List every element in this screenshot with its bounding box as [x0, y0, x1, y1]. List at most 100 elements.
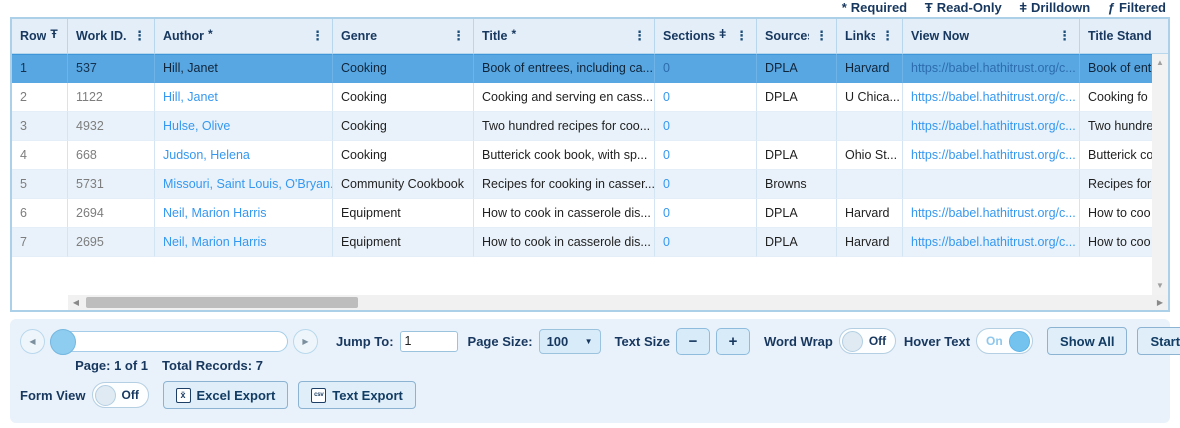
scroll-right-icon[interactable]: ▶: [1152, 295, 1168, 310]
cell-links: Harvard: [837, 199, 903, 228]
cell-sections[interactable]: 0: [655, 54, 757, 83]
table-row[interactable]: 72695Neil, Marion HarrisEquipmentHow to …: [12, 228, 1168, 257]
grid-body: 1537Hill, JanetCookingBook of entrees, i…: [12, 54, 1168, 257]
text-export-button[interactable]: csv Text Export: [298, 381, 416, 409]
column-label: Row: [20, 29, 46, 43]
symbol-legend: *Required ŦRead-Only ǂDrilldown ƒFiltere…: [0, 0, 1180, 16]
text-size-increase-button[interactable]: +: [716, 328, 750, 355]
cell-author[interactable]: Neil, Marion Harris: [155, 199, 333, 228]
excel-export-button[interactable]: x̄ Excel Export: [163, 381, 289, 409]
column-header-row[interactable]: RowŦ: [12, 19, 68, 53]
start-editing-button[interactable]: Start Editing: [1137, 327, 1180, 355]
cell-genre: Equipment: [333, 228, 474, 257]
hover-text-label: Hover Text: [904, 334, 970, 349]
column-label: Sources: [765, 29, 809, 43]
column-menu-icon[interactable]: ⋮: [627, 28, 646, 44]
column-menu-icon[interactable]: ⋮: [446, 28, 465, 44]
cell-view-now[interactable]: https://babel.hathitrust.org/c...: [903, 54, 1080, 83]
table-row[interactable]: 34932Hulse, OliveCookingTwo hundred reci…: [12, 112, 1168, 141]
cell-title: How to cook in casserole dis...: [474, 228, 655, 257]
page-slider[interactable]: [50, 331, 288, 352]
word-wrap-toggle[interactable]: Off: [839, 328, 896, 354]
excel-file-icon: x̄: [176, 388, 191, 403]
scroll-left-icon[interactable]: ◀: [68, 295, 84, 310]
pager-controls: ◀ ▶: [20, 327, 318, 355]
column-label: Links: [845, 29, 875, 43]
cell-sections[interactable]: 0: [655, 83, 757, 112]
show-all-button[interactable]: Show All: [1047, 327, 1127, 355]
jump-to-input[interactable]: [400, 331, 458, 352]
column-label: Genre: [341, 29, 377, 43]
cell-sections[interactable]: 0: [655, 199, 757, 228]
column-header-sections[interactable]: Sectionsǂ⋮: [655, 19, 757, 53]
column-header-author[interactable]: Author*⋮: [155, 19, 333, 53]
cell-row: 6: [12, 199, 68, 228]
cell-author[interactable]: Missouri, Saint Louis, O'Bryan...: [155, 170, 333, 199]
table-row[interactable]: 62694Neil, Marion HarrisEquipmentHow to …: [12, 199, 1168, 228]
cell-links: Ohio St...: [837, 141, 903, 170]
column-header-genre[interactable]: Genre ⋮: [333, 19, 474, 53]
word-wrap-control: Word Wrap Off: [764, 327, 896, 355]
column-menu-icon[interactable]: ⋮: [729, 28, 748, 44]
column-menu-icon[interactable]: ⋮: [305, 28, 324, 44]
form-view-toggle[interactable]: Off: [92, 382, 149, 408]
column-header-sources[interactable]: Sources⋮: [757, 19, 837, 53]
cell-sources: DPLA: [757, 228, 837, 257]
cell-view-now[interactable]: https://babel.hathitrust.org/c...: [903, 83, 1080, 112]
cell-work-id: 668: [68, 141, 155, 170]
column-menu-icon[interactable]: ⋮: [875, 28, 894, 44]
column-header-title[interactable]: Title*⋮: [474, 19, 655, 53]
text-size-decrease-button[interactable]: −: [676, 328, 710, 355]
column-menu-icon[interactable]: ⋮: [1052, 28, 1071, 44]
cell-sections[interactable]: 0: [655, 170, 757, 199]
page-size-select[interactable]: 100 ▼: [539, 329, 601, 354]
table-row[interactable]: 21122Hill, JanetCookingCooking and servi…: [12, 83, 1168, 112]
scroll-up-icon[interactable]: ▲: [1152, 56, 1168, 70]
cell-work-id: 1122: [68, 83, 155, 112]
cell-sections[interactable]: 0: [655, 112, 757, 141]
column-header-view-now[interactable]: View Now⋮: [903, 19, 1080, 53]
column-header-links[interactable]: Links⋮: [837, 19, 903, 53]
cell-links: Harvard: [837, 54, 903, 83]
cell-view-now[interactable]: https://babel.hathitrust.org/c...: [903, 112, 1080, 141]
cell-author[interactable]: Neil, Marion Harris: [155, 228, 333, 257]
scroll-down-icon[interactable]: ▼: [1152, 279, 1168, 293]
jump-to-control: Jump To:: [336, 327, 458, 355]
horizontal-scrollbar-thumb[interactable]: [86, 297, 358, 308]
column-menu-icon[interactable]: ⋮: [127, 28, 146, 44]
cell-author[interactable]: Judson, Helena: [155, 141, 333, 170]
toolbar-row-2: Form View Off x̄ Excel Export csv Text E…: [20, 381, 1160, 409]
toggle-knob: [95, 385, 116, 406]
page-slider-thumb[interactable]: [50, 329, 76, 355]
cell-view-now[interactable]: https://babel.hathitrust.org/c...: [903, 228, 1080, 257]
cell-links: U Chica...: [837, 83, 903, 112]
cell-author[interactable]: Hulse, Olive: [155, 112, 333, 141]
previous-page-button[interactable]: ◀: [20, 329, 45, 354]
horizontal-scrollbar[interactable]: ◀ ▶: [68, 295, 1168, 310]
cell-title: How to cook in casserole dis...: [474, 199, 655, 228]
csv-file-icon: csv: [311, 388, 326, 403]
cell-sections[interactable]: 0: [655, 228, 757, 257]
column-menu-icon[interactable]: ⋮: [809, 28, 828, 44]
cell-links: [837, 170, 903, 199]
cell-work-id: 2695: [68, 228, 155, 257]
cell-author[interactable]: Hill, Janet: [155, 54, 333, 83]
column-header-work-id[interactable]: Work ID...⋮: [68, 19, 155, 53]
next-page-button[interactable]: ▶: [293, 329, 318, 354]
column-label: Title: [482, 29, 507, 43]
page-size-control: Page Size: 100 ▼: [468, 327, 601, 355]
vertical-scrollbar[interactable]: ▲ ▼: [1152, 54, 1168, 295]
form-view-control: Form View Off: [20, 381, 149, 409]
cell-sections[interactable]: 0: [655, 141, 757, 170]
cell-view-now[interactable]: https://babel.hathitrust.org/c...: [903, 199, 1080, 228]
cell-view-now[interactable]: https://babel.hathitrust.org/c...: [903, 141, 1080, 170]
toggle-knob: [842, 331, 863, 352]
table-row[interactable]: 55731Missouri, Saint Louis, O'Bryan...Co…: [12, 170, 1168, 199]
cell-author[interactable]: Hill, Janet: [155, 83, 333, 112]
cell-sources: DPLA: [757, 199, 837, 228]
table-row[interactable]: 1537Hill, JanetCookingBook of entrees, i…: [12, 54, 1168, 83]
table-row[interactable]: 4668Judson, HelenaCookingButterick cook …: [12, 141, 1168, 170]
hover-text-toggle[interactable]: On: [976, 328, 1033, 354]
column-header-title-standard[interactable]: Title Stand: [1080, 19, 1168, 53]
grid-header-row: RowŦ Work ID...⋮ Author*⋮ Genre ⋮ Title*⋮…: [12, 19, 1168, 54]
